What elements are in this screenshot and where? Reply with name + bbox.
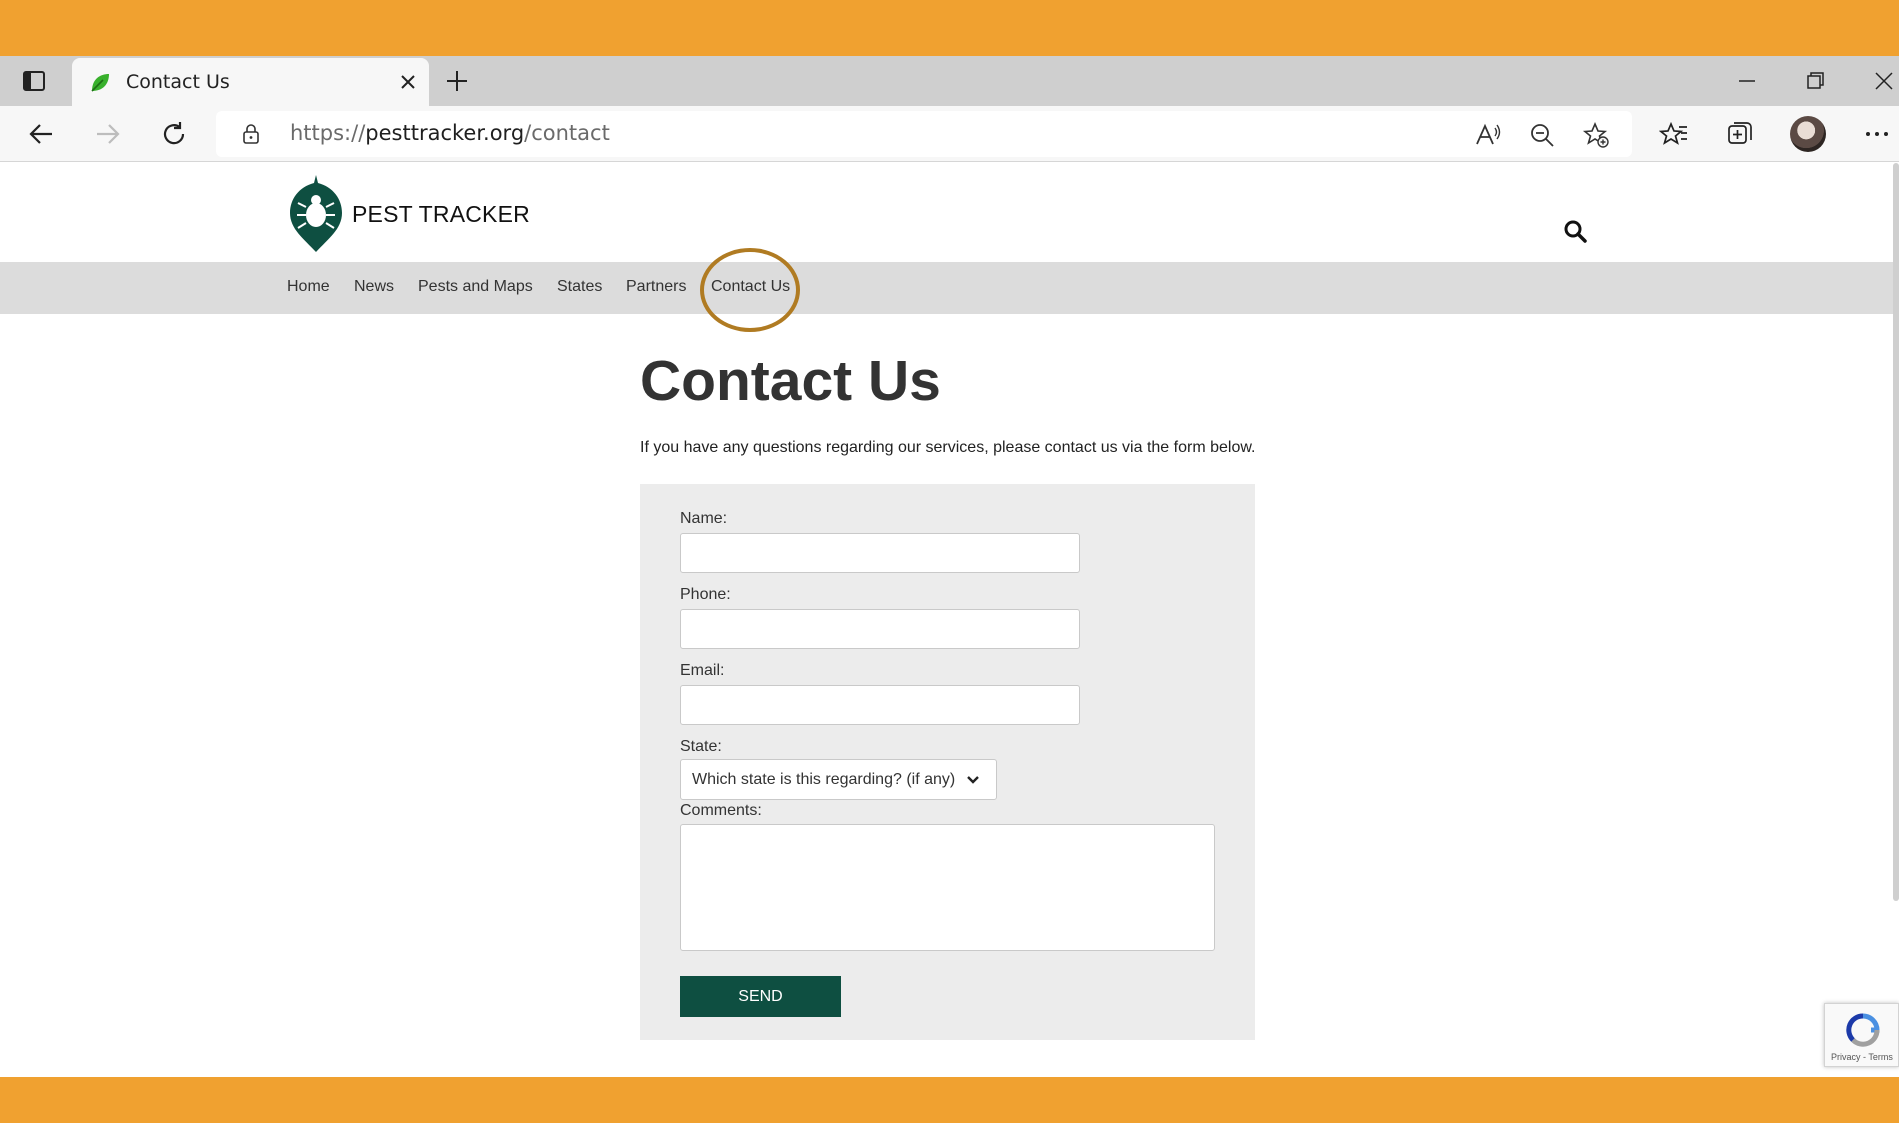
- name-input[interactable]: [680, 533, 1080, 573]
- browser-tab-active[interactable]: Contact Us: [72, 58, 429, 106]
- url-prefix: https://: [290, 121, 366, 145]
- comments-label: Comments:: [680, 802, 762, 819]
- web-page: PEST TRACKER Home News Pests and Maps St…: [0, 163, 1899, 1077]
- recaptcha-badge[interactable]: Privacy - Terms: [1824, 1003, 1899, 1067]
- intro-text: If you have any questions regarding our …: [640, 439, 1256, 456]
- page-scrollbar[interactable]: [1893, 163, 1899, 901]
- restore-icon[interactable]: [1802, 68, 1828, 94]
- menu-item-home[interactable]: Home: [287, 278, 330, 296]
- recaptcha-footer-text[interactable]: Privacy - Terms: [1831, 1052, 1893, 1062]
- collections-icon[interactable]: [1725, 119, 1755, 149]
- read-aloud-icon[interactable]: [1474, 121, 1502, 149]
- tab-title: Contact Us: [126, 71, 230, 93]
- menu-item-news[interactable]: News: [354, 278, 394, 296]
- state-select[interactable]: Which state is this regarding? (if any): [680, 759, 997, 800]
- minimize-icon[interactable]: [1734, 68, 1760, 94]
- comments-textarea[interactable]: [680, 824, 1215, 951]
- url-path: /contact: [524, 121, 610, 145]
- new-tab-icon[interactable]: [444, 68, 470, 94]
- phone-label: Phone:: [680, 586, 731, 603]
- site-header: PEST TRACKER: [0, 163, 1899, 262]
- contact-form: Name: Phone: Email: State: Which state i…: [640, 484, 1255, 1040]
- url-host: pesttracker.org: [365, 121, 525, 145]
- address-bar[interactable]: https://pesttracker.org/contact: [216, 111, 1632, 157]
- favorites-icon[interactable]: [1659, 119, 1689, 149]
- menu-item-partners[interactable]: Partners: [626, 278, 686, 296]
- email-label: Email:: [680, 662, 725, 679]
- menu-item-pests-and-maps[interactable]: Pests and Maps: [418, 278, 533, 296]
- leaf-favicon-icon: [91, 74, 109, 92]
- phone-input[interactable]: [680, 609, 1080, 649]
- email-input[interactable]: [680, 685, 1080, 725]
- add-favorite-icon[interactable]: [1582, 121, 1610, 149]
- site-logo-text[interactable]: PEST TRACKER: [352, 201, 530, 228]
- more-options-icon[interactable]: [1862, 119, 1892, 149]
- name-label: Name:: [680, 510, 728, 527]
- main-menu: Home News Pests and Maps States Partners…: [0, 262, 1899, 314]
- bottom-orange-border: [0, 1077, 1899, 1123]
- profile-avatar[interactable]: [1790, 116, 1826, 152]
- top-orange-border: [0, 0, 1899, 56]
- browser-toolbar: https://pesttracker.org/contact: [0, 106, 1899, 162]
- url-text[interactable]: https://pesttracker.org/contact: [290, 121, 610, 145]
- search-icon[interactable]: [1562, 218, 1588, 244]
- zoom-out-icon[interactable]: [1528, 121, 1556, 149]
- lock-icon[interactable]: [240, 123, 262, 145]
- highlight-annotation-circle: [700, 248, 800, 332]
- menu-item-states[interactable]: States: [557, 278, 602, 296]
- state-label: State:: [680, 738, 722, 755]
- pest-tracker-logo-icon[interactable]: [288, 173, 344, 253]
- recaptcha-icon: [1846, 1013, 1880, 1047]
- back-arrow-icon[interactable]: [26, 119, 56, 149]
- forward-arrow-icon[interactable]: [93, 119, 123, 149]
- page-title: Contact Us: [640, 349, 941, 413]
- refresh-icon[interactable]: [159, 119, 189, 149]
- send-button[interactable]: SEND: [680, 976, 841, 1017]
- tab-actions-icon[interactable]: [22, 69, 46, 93]
- close-window-icon[interactable]: [1871, 68, 1897, 94]
- close-tab-icon[interactable]: [396, 70, 420, 94]
- state-select-value: Which state is this regarding? (if any): [692, 771, 956, 788]
- chevron-down-icon: [967, 776, 979, 784]
- browser-tab-strip: Contact Us: [0, 56, 1899, 106]
- screenshot-canvas: Contact Us https://pesttracker.org/conta…: [0, 0, 1899, 1123]
